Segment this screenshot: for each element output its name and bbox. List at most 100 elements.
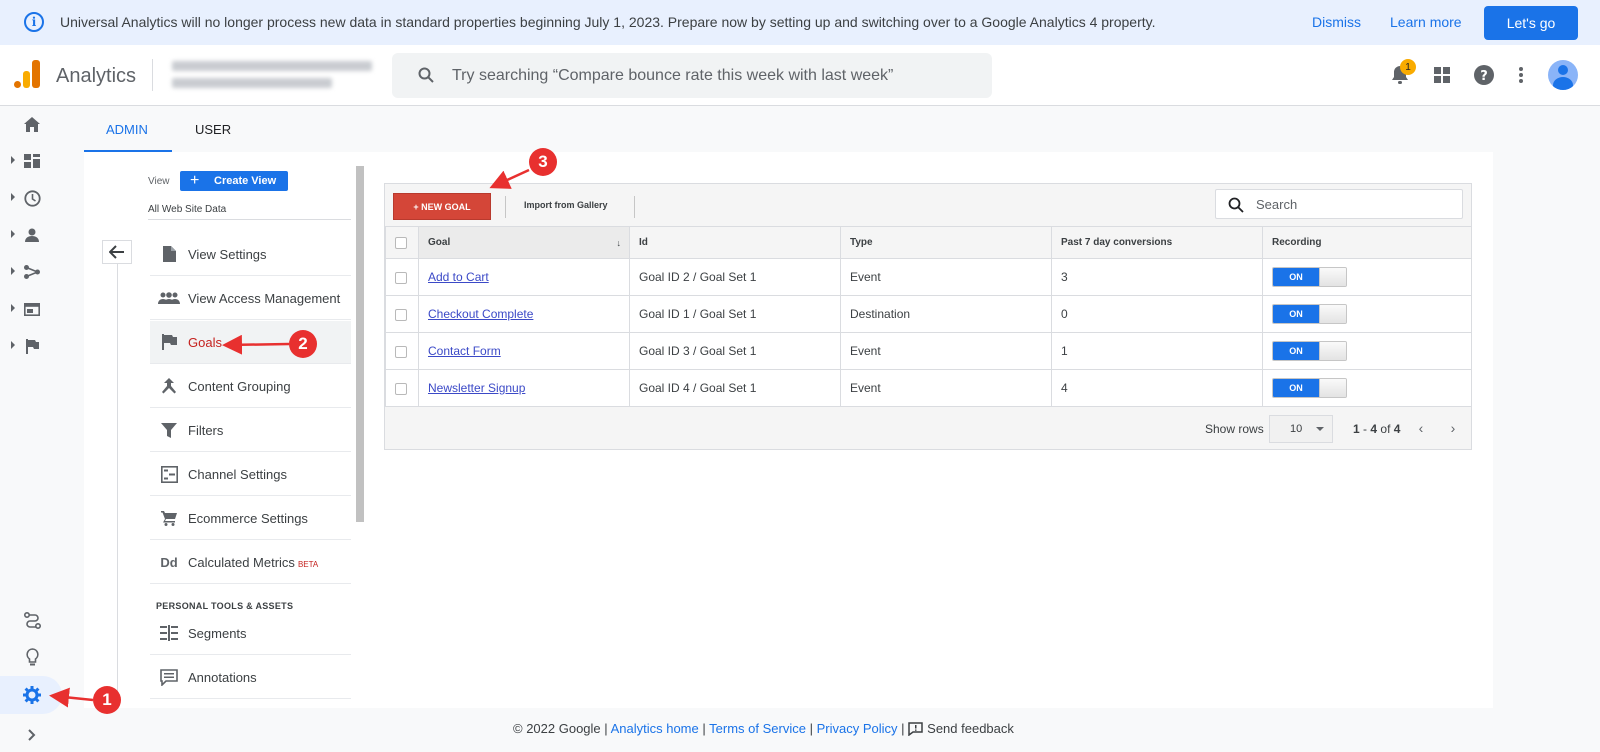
row-checkbox[interactable]	[395, 308, 407, 321]
menu-view-access-management[interactable]: View Access Management	[150, 277, 351, 320]
menu-label: View Settings	[188, 246, 267, 262]
customization-icon[interactable]	[22, 151, 42, 171]
new-goal-button[interactable]: + NEW GOAL	[393, 193, 491, 220]
terms-link[interactable]: Terms of Service	[709, 721, 806, 736]
account-selector[interactable]	[168, 57, 384, 93]
column-header-id[interactable]: Id	[629, 226, 841, 259]
side-panel-scrollbar[interactable]	[356, 166, 364, 522]
conversions-flag-icon[interactable]	[22, 336, 42, 356]
analytics-home-link[interactable]: Analytics home	[611, 721, 699, 736]
expand-caret-icon[interactable]	[11, 267, 15, 275]
import-from-gallery-button[interactable]: Import from Gallery	[524, 200, 608, 210]
goal-name-cell: Add to Cart	[418, 258, 630, 296]
search-input[interactable]	[452, 53, 972, 98]
rows-per-page-select[interactable]: 10	[1269, 415, 1333, 443]
menu-view-settings[interactable]: View Settings	[150, 233, 351, 276]
column-header-goal[interactable]: Goal ↓	[418, 226, 630, 259]
menu-annotations[interactable]: Annotations	[150, 656, 351, 699]
goal-link[interactable]: Contact Form	[428, 344, 501, 358]
select-all-cell	[385, 226, 419, 259]
view-name[interactable]: All Web Site Data	[148, 204, 226, 215]
goal-link[interactable]: Newsletter Signup	[428, 381, 525, 395]
realtime-clock-icon[interactable]	[22, 188, 42, 208]
column-header-recording[interactable]: Recording	[1262, 226, 1472, 259]
next-page-chevron-icon[interactable]: ›	[1443, 418, 1463, 438]
select-all-checkbox[interactable]	[395, 236, 407, 249]
goal-type-cell: Destination	[840, 295, 1052, 333]
row-checkbox[interactable]	[395, 345, 407, 358]
expand-caret-icon[interactable]	[11, 304, 15, 312]
tab-admin[interactable]: ADMIN	[106, 122, 148, 137]
analytics-logo-icon[interactable]	[14, 60, 40, 88]
acquisition-icon[interactable]	[22, 262, 42, 282]
behavior-icon[interactable]	[22, 299, 42, 319]
audience-person-icon[interactable]	[22, 225, 42, 245]
goal-recording-cell: ON	[1262, 258, 1472, 296]
learn-more-link[interactable]: Learn more	[1390, 14, 1462, 30]
people-icon	[158, 287, 180, 309]
recording-toggle[interactable]: ON	[1272, 341, 1347, 361]
goal-name-cell: Contact Form	[418, 332, 630, 370]
menu-content-grouping[interactable]: Content Grouping	[150, 365, 351, 408]
avatar[interactable]	[1548, 60, 1578, 90]
menu-calculated-metrics[interactable]: Dd Calculated Metrics BETA	[150, 541, 351, 584]
expand-caret-icon[interactable]	[11, 193, 15, 201]
column-header-type[interactable]: Type	[840, 226, 1052, 259]
column-header-conversions[interactable]: Past 7 day conversions	[1051, 226, 1263, 259]
apps-grid-icon[interactable]	[1430, 63, 1454, 87]
goal-type-cell: Event	[840, 369, 1052, 407]
tab-user[interactable]: USER	[195, 122, 231, 137]
attribution-icon[interactable]	[22, 610, 42, 630]
lets-go-button[interactable]: Let's go	[1484, 6, 1578, 40]
goal-conversions-cell: 4	[1051, 369, 1263, 407]
menu-filters[interactable]: Filters	[150, 409, 351, 452]
menu-channel-settings[interactable]: Channel Settings	[150, 453, 351, 496]
privacy-link[interactable]: Privacy Policy	[817, 721, 898, 736]
table-row: Checkout Complete Goal ID 1 / Goal Set 1…	[385, 295, 1472, 333]
recording-toggle[interactable]: ON	[1272, 267, 1347, 287]
content-grouping-icon	[158, 375, 180, 397]
goal-recording-cell: ON	[1262, 332, 1472, 370]
recording-toggle[interactable]: ON	[1272, 378, 1347, 398]
view-divider	[148, 219, 351, 220]
help-icon[interactable]: ?	[1472, 63, 1496, 87]
expand-caret-icon[interactable]	[11, 230, 15, 238]
goal-id-cell: Goal ID 2 / Goal Set 1	[629, 258, 841, 296]
send-feedback-link[interactable]: Send feedback	[927, 721, 1014, 736]
toggle-knob	[1319, 305, 1346, 323]
recording-toggle[interactable]: ON	[1272, 304, 1347, 324]
create-view-button[interactable]: + Create View	[180, 171, 288, 191]
row-checkbox[interactable]	[395, 382, 407, 395]
prev-page-chevron-icon[interactable]: ‹	[1411, 418, 1431, 438]
channel-icon	[158, 463, 180, 485]
expand-nav-chevron-icon[interactable]	[22, 725, 42, 745]
goal-link[interactable]: Checkout Complete	[428, 307, 533, 321]
table-search-box[interactable]	[1215, 189, 1463, 219]
sort-down-icon[interactable]: ↓	[617, 238, 622, 248]
rows-per-page-value: 10	[1290, 423, 1303, 435]
admin-gear-icon[interactable]	[22, 685, 42, 705]
search-box[interactable]	[392, 53, 992, 98]
menu-label: Goals	[188, 334, 222, 350]
home-icon[interactable]	[22, 114, 42, 134]
table-row: Add to Cart Goal ID 2 / Goal Set 1 Event…	[385, 258, 1472, 296]
menu-segments[interactable]: Segments	[150, 612, 351, 655]
footer: © 2022 Google | Analytics home | Terms o…	[513, 721, 1014, 736]
search-icon	[1228, 197, 1244, 213]
more-vert-icon[interactable]	[1509, 63, 1533, 87]
copyright: © 2022 Google	[513, 721, 601, 736]
menu-goals[interactable]: Goals	[150, 321, 351, 364]
table-search-input[interactable]	[1256, 190, 1456, 218]
expand-caret-icon[interactable]	[11, 156, 15, 164]
dismiss-button[interactable]: Dismiss	[1312, 14, 1361, 30]
goal-link[interactable]: Add to Cart	[428, 270, 489, 284]
menu-ecommerce-settings[interactable]: Ecommerce Settings	[150, 497, 351, 540]
insights-lightbulb-icon[interactable]	[22, 647, 42, 667]
beta-badge: BETA	[297, 559, 319, 569]
expand-caret-icon[interactable]	[11, 341, 15, 349]
section-title: PERSONAL TOOLS & ASSETS	[156, 601, 294, 611]
document-icon	[158, 243, 180, 265]
annotations-icon	[158, 666, 180, 688]
row-checkbox[interactable]	[395, 271, 407, 284]
back-button[interactable]	[102, 240, 132, 264]
